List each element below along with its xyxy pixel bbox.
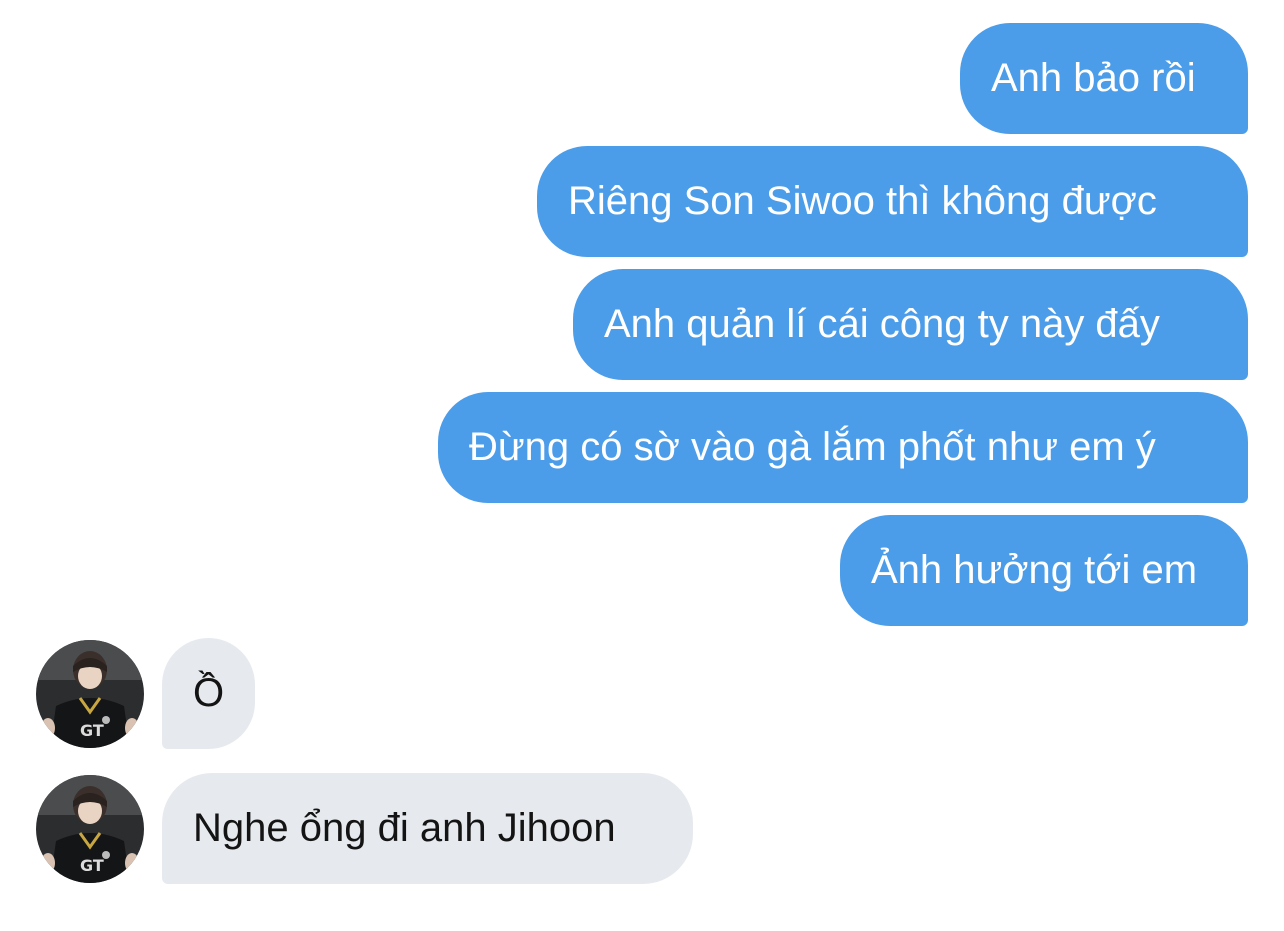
sent-message-bubble[interactable]: Anh quản lí cái công ty này đấy	[573, 269, 1248, 380]
svg-text:GT: GT	[80, 721, 104, 740]
svg-text:GT: GT	[80, 856, 104, 875]
received-message-bubble[interactable]: Nghe ổng đi anh Jihoon	[162, 773, 693, 884]
received-message-bubble[interactable]: Ồ	[162, 638, 255, 749]
sent-message-bubble[interactable]: Riêng Son Siwoo thì không được	[537, 146, 1248, 257]
sent-message-bubble[interactable]: Đừng có sờ vào gà lắm phốt như em ý	[438, 392, 1248, 503]
user-avatar-icon[interactable]: GT	[36, 775, 144, 883]
sent-message-bubble[interactable]: Ảnh hưởng tới em	[840, 515, 1248, 626]
user-avatar-icon[interactable]: GT	[36, 640, 144, 748]
sent-message-bubble[interactable]: Anh bảo rồi	[960, 23, 1248, 134]
